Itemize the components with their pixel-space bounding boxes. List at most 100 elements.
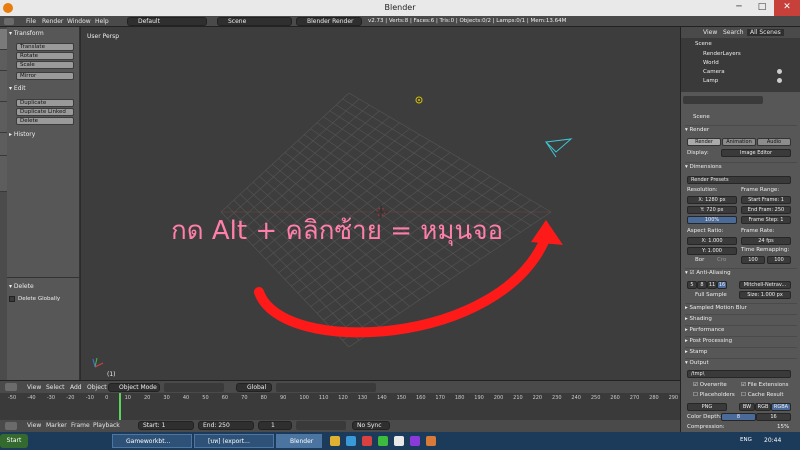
color-mode-bw[interactable]: BW bbox=[739, 403, 755, 411]
compression-value[interactable]: 15% bbox=[777, 424, 789, 430]
aspect-x-field[interactable]: X: 1.000 bbox=[687, 237, 737, 245]
chat-icon[interactable] bbox=[378, 436, 388, 446]
panel-edit-header[interactable]: ▾ Edit bbox=[9, 85, 26, 92]
panel-transform-header[interactable]: ▾ Transform bbox=[9, 30, 44, 37]
outliner-item-camera[interactable]: Camera bbox=[703, 69, 725, 75]
tl-menu-playback[interactable]: Playback bbox=[93, 422, 120, 429]
panel-operator-header[interactable]: ▾ Delete bbox=[9, 283, 34, 290]
start-frame-field[interactable]: Start: 1 bbox=[138, 421, 194, 430]
timeline-editor-type-icon[interactable] bbox=[5, 422, 17, 430]
vp-menu-view[interactable]: View bbox=[27, 384, 41, 391]
render-audio-button[interactable]: Audio bbox=[757, 138, 791, 146]
time-remap-old-field[interactable]: 100 bbox=[741, 256, 765, 264]
end-frame-field[interactable]: End: 250 bbox=[198, 421, 254, 430]
menu-file[interactable]: File bbox=[26, 18, 36, 25]
color-depth-8[interactable]: 8 bbox=[721, 413, 756, 421]
properties-context-tabs[interactable] bbox=[683, 96, 763, 104]
viewport-shading-buttons[interactable] bbox=[164, 383, 224, 392]
end-frame-prop-field[interactable]: End Fram: 250 bbox=[741, 206, 791, 214]
ie-icon[interactable] bbox=[346, 436, 356, 446]
dimensions-panel-header[interactable]: ▾ Dimensions bbox=[685, 162, 797, 172]
post-processing-header[interactable]: ▸ Post Processing bbox=[685, 336, 797, 346]
aspect-y-field[interactable]: Y: 1.000 bbox=[687, 247, 737, 255]
full-sample-label[interactable]: Full Sample bbox=[695, 292, 727, 298]
viewport-editor-type-icon[interactable] bbox=[5, 383, 17, 391]
outliner-menu-view[interactable]: View bbox=[703, 29, 717, 36]
output-header[interactable]: ▾ Output bbox=[685, 358, 797, 368]
delete-button[interactable]: Delete bbox=[16, 117, 74, 125]
tl-menu-marker[interactable]: Marker bbox=[46, 422, 67, 429]
anti-aliasing-panel-header[interactable]: ▾ ☑ Anti-Aliasing bbox=[685, 268, 797, 278]
render-panel-header[interactable]: ▾ Render bbox=[685, 125, 797, 135]
outliner-item-scene[interactable]: Scene bbox=[695, 41, 712, 47]
render-presets-field[interactable]: Render Presets bbox=[687, 176, 791, 184]
aa-samples-16[interactable]: 16 bbox=[717, 281, 727, 289]
tl-menu-view[interactable]: View bbox=[27, 422, 41, 429]
aa-samples-5[interactable]: 5 bbox=[687, 281, 697, 289]
resolution-percentage-field[interactable]: 100% bbox=[687, 216, 737, 224]
tab-create[interactable] bbox=[0, 50, 7, 71]
color-mode-rgba[interactable]: RGBA bbox=[771, 403, 791, 411]
color-mode-rgb[interactable]: RGB bbox=[755, 403, 771, 411]
vp-menu-object[interactable]: Object bbox=[87, 384, 107, 391]
sync-mode-field[interactable]: No Sync bbox=[352, 421, 390, 430]
screen-layout-field[interactable]: Default bbox=[127, 17, 207, 26]
duplicate-linked-button[interactable]: Duplicate Linked bbox=[16, 108, 74, 116]
playback-buttons[interactable] bbox=[296, 421, 346, 430]
frame-step-field[interactable]: Frame Step: 1 bbox=[741, 216, 791, 224]
mirror-button[interactable]: Mirror bbox=[16, 72, 74, 80]
camera-object[interactable] bbox=[544, 138, 573, 158]
outliner-scene-filter[interactable]: All Scenes bbox=[747, 29, 784, 36]
performance-header[interactable]: ▸ Performance bbox=[685, 325, 797, 335]
app-icon-purple[interactable] bbox=[410, 436, 420, 446]
app-icon-orange[interactable] bbox=[426, 436, 436, 446]
media-icon[interactable] bbox=[362, 436, 372, 446]
info-editor-type-icon[interactable] bbox=[4, 18, 14, 25]
resolution-y-field[interactable]: Y: 720 px bbox=[687, 206, 737, 214]
maximize-button[interactable]: □ bbox=[751, 0, 773, 16]
tab-relations[interactable] bbox=[0, 71, 7, 102]
render-animation-button[interactable]: Animation bbox=[722, 138, 756, 146]
system-clock[interactable]: 20:44 bbox=[764, 437, 781, 444]
resolution-x-field[interactable]: X: 1280 px bbox=[687, 196, 737, 204]
shading-header[interactable]: ▸ Shading bbox=[685, 314, 797, 324]
time-remap-new-field[interactable]: 100 bbox=[767, 256, 791, 264]
cache-result-checkbox[interactable]: ☐ Cache Result bbox=[741, 392, 784, 398]
output-path-field[interactable]: /tmp\ bbox=[687, 370, 791, 378]
close-button[interactable]: ✕ bbox=[774, 0, 800, 16]
render-image-button[interactable]: Render bbox=[687, 138, 721, 146]
interaction-mode-field[interactable]: Object Mode bbox=[108, 383, 160, 392]
aa-samples-11[interactable]: 11 bbox=[707, 281, 717, 289]
crop-checkbox-label[interactable]: Cro bbox=[717, 257, 726, 263]
render-engine-field[interactable]: Blender Render bbox=[296, 17, 362, 26]
aa-filter-field[interactable]: Mitchell-Netrav... bbox=[739, 281, 791, 289]
menu-help[interactable]: Help bbox=[95, 18, 109, 25]
color-depth-16[interactable]: 16 bbox=[756, 413, 791, 421]
menu-render[interactable]: Render bbox=[42, 18, 63, 25]
border-checkbox-label[interactable]: Bor bbox=[695, 257, 704, 263]
input-language[interactable]: ENG bbox=[740, 437, 752, 443]
scale-button[interactable]: Scale bbox=[16, 61, 74, 69]
sampled-motion-blur-header[interactable]: ▸ Sampled Motion Blur bbox=[685, 303, 797, 313]
tab-tools[interactable] bbox=[0, 29, 7, 50]
tl-menu-frame[interactable]: Frame bbox=[71, 422, 90, 429]
outliner-item-lamp[interactable]: Lamp bbox=[703, 78, 718, 84]
outliner-item-world[interactable]: World bbox=[703, 60, 719, 66]
placeholders-checkbox[interactable]: ☐ Placeholders bbox=[693, 392, 735, 398]
aa-size-field[interactable]: Size: 1.000 px bbox=[739, 291, 791, 299]
start-button[interactable]: Start bbox=[0, 434, 28, 448]
lamp-visibility-eye-icon[interactable] bbox=[777, 78, 782, 83]
duplicate-button[interactable]: Duplicate bbox=[16, 99, 74, 107]
current-frame-indicator[interactable] bbox=[119, 393, 121, 420]
current-frame-field[interactable]: 1 bbox=[258, 421, 292, 430]
aa-samples-8[interactable]: 8 bbox=[697, 281, 707, 289]
translate-button[interactable]: Translate bbox=[16, 43, 74, 51]
timeline[interactable]: -50 -40 -30 -20 -10 0 10 20 30 40 50 60 70 80 90 100 110… bbox=[0, 393, 680, 420]
tab-physics[interactable] bbox=[0, 133, 7, 156]
display-field[interactable]: Image Editor bbox=[721, 149, 791, 157]
taskbar-task-blender[interactable]: Blender bbox=[276, 434, 322, 448]
stamp-header[interactable]: ▸ Stamp bbox=[685, 347, 797, 357]
file-extensions-checkbox[interactable]: ☑ File Extensions bbox=[741, 382, 789, 388]
tab-animation[interactable] bbox=[0, 102, 7, 133]
taskbar-task-1[interactable]: Gameworkbt... bbox=[112, 434, 192, 448]
